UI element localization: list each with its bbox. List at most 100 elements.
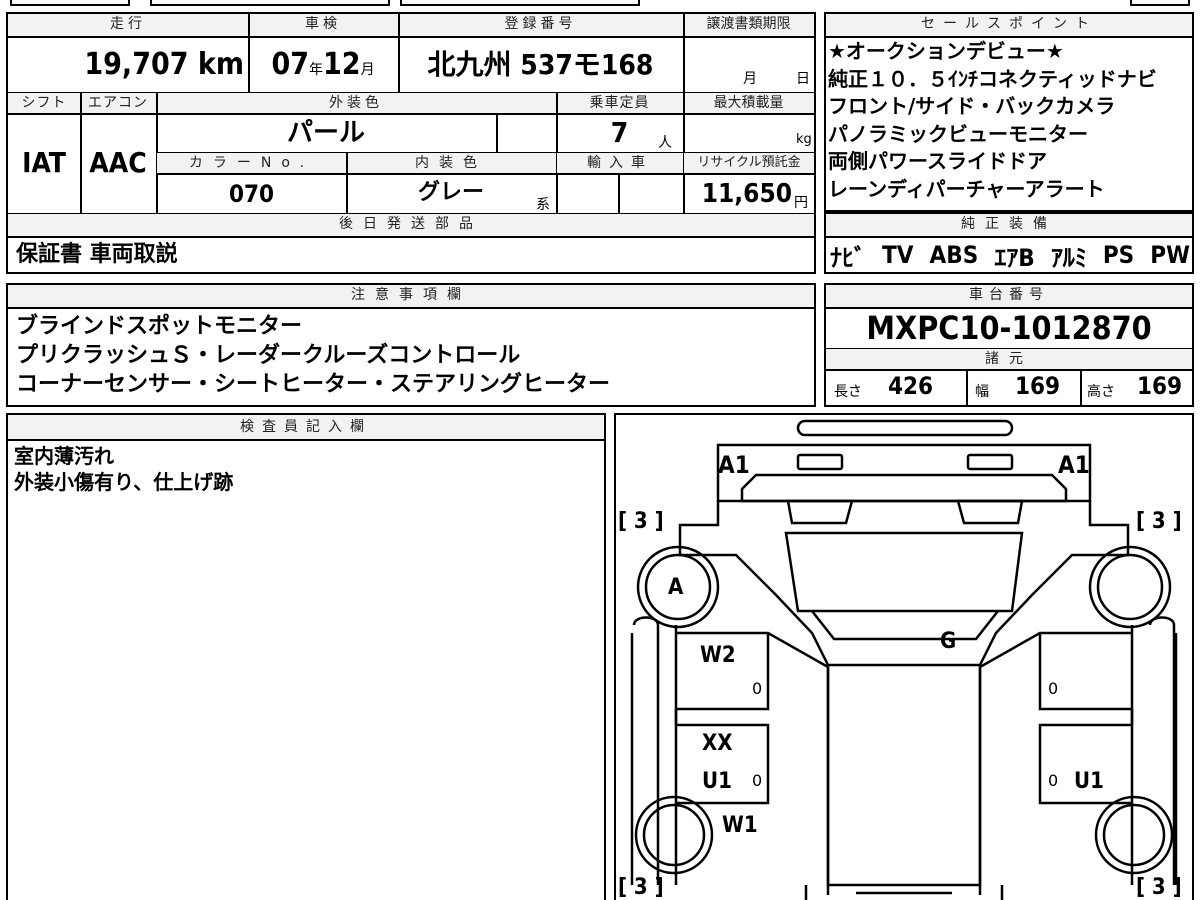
spec-width-value: 169 [1015,372,1061,400]
equipment-label: 純正装備 [826,214,1192,236]
later-parts-label: 後日発送部品 [8,214,814,236]
aircon-value: AAC [89,146,147,179]
mark-zero: 0 [752,771,763,790]
inspector-notes: 室内薄汚れ 外装小傷有り、仕上げ跡 [14,443,233,495]
shift-label: シフト [8,93,80,113]
max-load-unit: kg [796,132,812,147]
vehicle-info-box: 走行 車検 登録番号 譲渡書類期限 19,707 km 07年12月 北九州 5… [6,12,816,274]
specs-label: 諸元 [826,349,1192,369]
spec-width: 幅 169 [967,370,1079,405]
aircon-label: エアコン [80,93,156,113]
interior-color-suffix: 系 [536,197,550,213]
recycle-value: 11,650 [701,179,792,209]
spec-height-value: 169 [1137,372,1183,400]
color-no-label: カラーNo. [157,153,346,173]
later-parts-value: 保証書 車両取説 [16,242,178,267]
bracket-top-left: [ 3 ] [618,509,664,534]
sales-points-label: セールスポイント [826,14,1192,36]
mileage-value: 19,707 [84,47,189,82]
mileage-unit: km [197,47,244,82]
mark-zero: 0 [1048,771,1059,790]
mark-g: G [940,629,957,654]
equipment-item: PW [1150,241,1190,269]
sales-point-line: 両側パワースライドドア [828,149,1047,173]
transfer-month-unit: 月 [743,71,757,87]
inspection-year-unit: 年 [309,62,323,78]
color-no-value: 070 [228,180,275,208]
notes-list: ブラインドスポットモニター プリクラッシュＳ・レーダークルーズコントロール コー… [16,312,610,399]
inspector-line: 室内薄汚れ [14,444,114,468]
sales-point-line: ★オークションデビュー★ [828,39,1064,63]
inspection-label: 車検 [248,14,398,36]
transfer-day-unit: 日 [796,71,810,87]
mark-a1-left: A1 [718,451,750,479]
chassis-label: 車台番号 [826,285,1192,307]
mark-a: A [668,575,684,600]
damage-diagram-box: A1 A1 [ 3 ] [ 3 ] [ 3 ] [ 3 ] A G W2 XX … [614,413,1194,900]
spec-length-value: 426 [888,372,934,400]
bracket-bottom-left: [ 3 ] [618,875,664,900]
registration-value: 北九州 537モ168 [427,48,654,81]
recycle-label: リサイクル預託金 [684,153,814,173]
notes-label: 注意事項欄 [8,285,814,307]
mark-zero: 0 [1048,679,1059,698]
spec-width-label: 幅 [975,384,989,400]
top-strip [0,0,1200,8]
mark-a1-right: A1 [1058,451,1090,479]
note-line: ブラインドスポットモニター [16,314,303,339]
sales-points-list: ★オークションデビュー★ 純正１０．５ｲﾝﾁコネクティッドナビ フロント/サイド… [828,38,1190,203]
spec-length: 長さ 426 [826,370,966,405]
inspection-month: 12 [323,47,361,82]
interior-color-label: 内装色 [346,153,556,173]
equipment-item: PS [1102,241,1135,269]
spec-height: 高さ 169 [1081,370,1192,405]
exterior-color-label: 外装色 [156,93,556,113]
equipment-box: 純正装備 ﾅﾋﾞ TV ABS ｴｱB ｱﾙﾐ PS PW [824,212,1194,274]
inspector-label: 検査員記入欄 [8,415,604,439]
import-label: 輸入車 [557,153,683,173]
inspection-year: 07 [271,47,309,82]
spec-length-label: 長さ [834,384,862,400]
transfer-deadline-label: 譲渡書類期限 [683,14,814,36]
mark-xx: XX [702,731,733,756]
inspection-value-cell: 07年12月 [248,40,398,90]
capacity-unit: 人 [658,135,672,151]
inspector-line: 外装小傷有り、仕上げ跡 [14,470,234,494]
sales-point-line: パノラミックビューモニター [828,121,1088,146]
capacity-value: 7 [610,116,629,149]
shift-value: IAT [22,146,66,179]
max-load-label: 最大積載量 [683,93,814,113]
mark-w2: W2 [700,643,736,668]
chassis-value: MXPC10-1012870 [866,309,1152,347]
mark-u1-right: U1 [1074,769,1104,794]
mark-w1: W1 [722,813,758,838]
mark-zero: 0 [752,679,763,698]
bracket-top-right: [ 3 ] [1136,509,1182,534]
recycle-unit: 円 [794,195,808,211]
notes-box: 注意事項欄 ブラインドスポットモニター プリクラッシュＳ・レーダークルーズコント… [6,283,816,407]
spec-height-label: 高さ [1087,384,1115,400]
equipment-item: ｱﾙﾐ [1050,243,1087,272]
inspection-month-unit: 月 [360,62,375,78]
equipment-item: ABS [929,241,979,269]
sales-point-line: 純正１０．５ｲﾝﾁコネクティッドナビ [828,66,1157,91]
exterior-color-value: パール [286,118,365,148]
sales-point-line: レーンディパーチャーアラート [828,176,1105,201]
inspector-box: 検査員記入欄 室内薄汚れ 外装小傷有り、仕上げ跡 [6,413,606,900]
bracket-bottom-right: [ 3 ] [1136,875,1182,900]
capacity-label: 乗車定員 [556,93,683,113]
mark-u1-left: U1 [702,769,732,794]
equipment-list: ﾅﾋﾞ TV ABS ｴｱB ｱﾙﾐ PS PW [830,238,1190,272]
note-line: コーナーセンサー・シートヒーター・ステアリングヒーター [16,372,611,397]
note-line: プリクラッシュＳ・レーダークルーズコントロール [16,343,521,368]
equipment-item: ﾅﾋﾞ [830,243,866,272]
interior-color-value: グレー [417,180,484,205]
mileage-label: 走行 [8,14,248,36]
sales-points-box: セールスポイント ★オークションデビュー★ 純正１０．５ｲﾝﾁコネクティッドナビ… [824,12,1194,212]
equipment-item: TV [882,241,914,269]
mileage-value-cell: 19,707 km [8,40,244,90]
registration-label: 登録番号 [398,14,683,36]
sales-point-line: フロント/サイド・バックカメラ [828,94,1116,118]
chassis-box: 車台番号 MXPC10-1012870 諸元 長さ 426 幅 169 高さ 1… [824,283,1194,407]
equipment-item: ｴｱB [994,243,1035,272]
